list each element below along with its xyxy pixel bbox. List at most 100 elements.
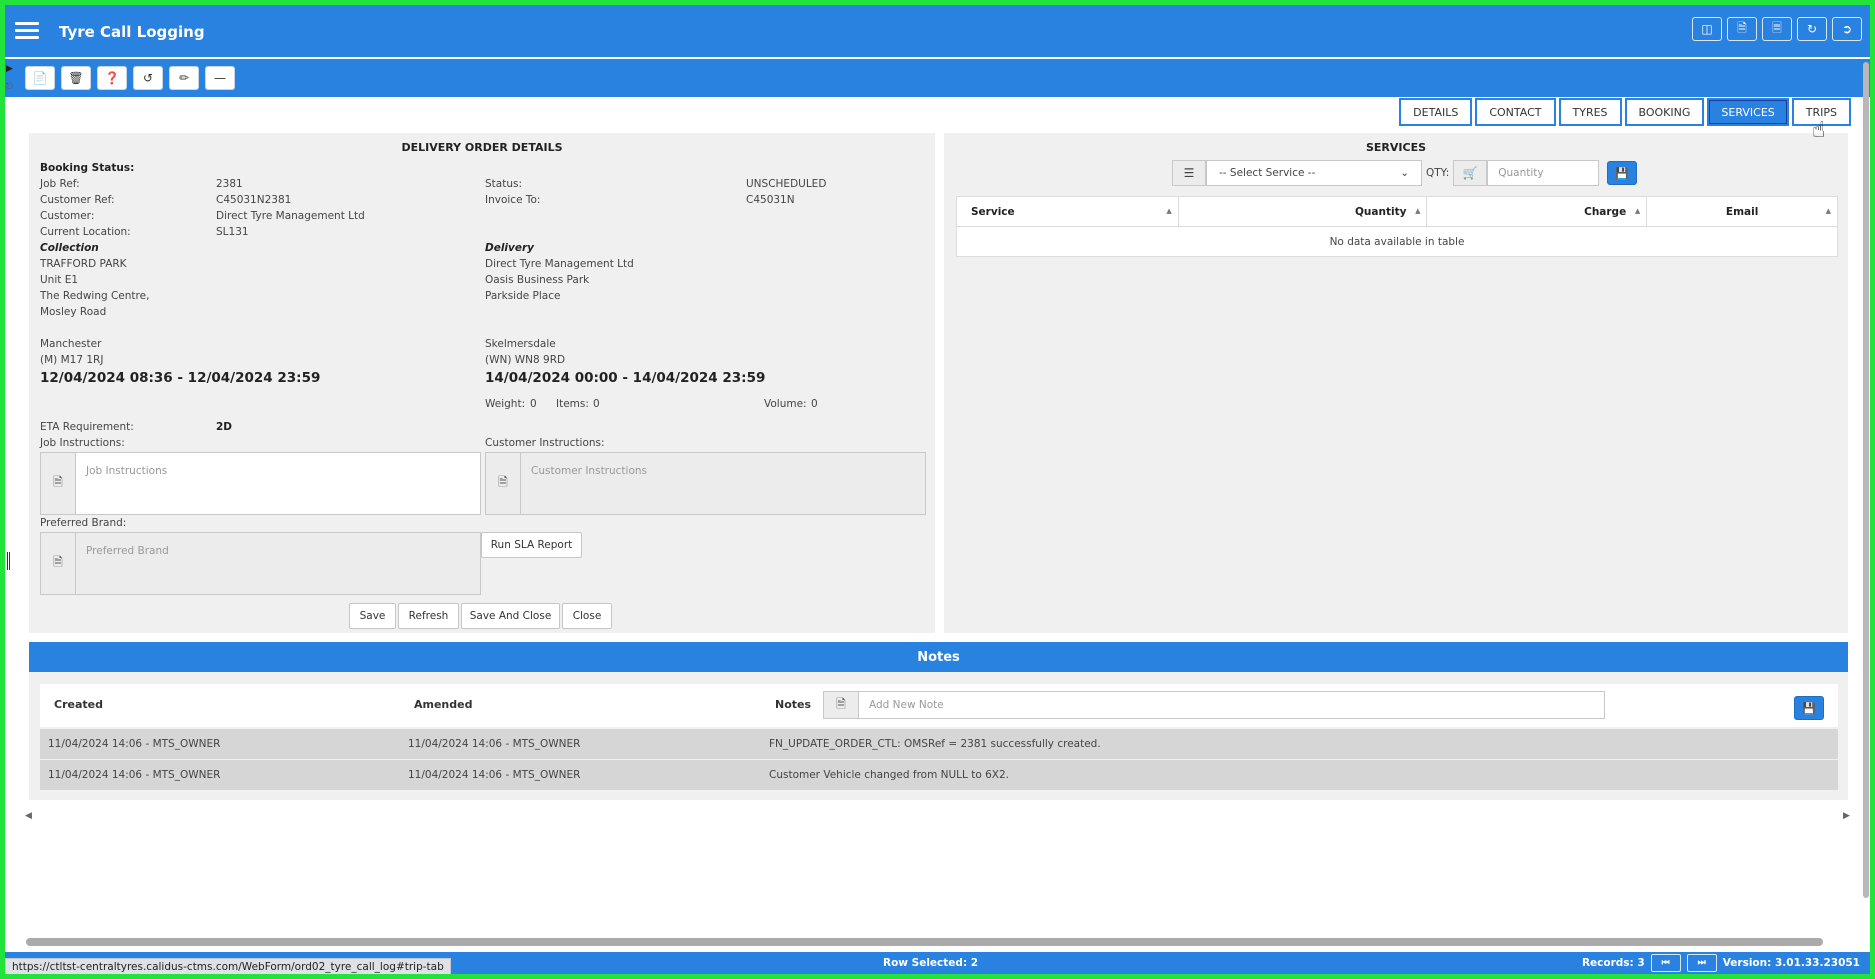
horizontal-scrollbar[interactable]	[26, 938, 1823, 946]
table-row[interactable]: 11/04/2024 14:06 - MTS_OWNER 11/04/2024 …	[40, 760, 1838, 790]
job-instructions-input[interactable]: 🗎 Job Instructions	[40, 452, 481, 515]
col-notes[interactable]: Notes	[775, 698, 811, 711]
services-table: Service ▲ Quantity ▲ Charge ▲ Email ▲ No dat…	[956, 196, 1838, 257]
chevron-down-icon: ⌄	[1400, 167, 1409, 179]
tab-tyres[interactable]: TYRES	[1558, 98, 1622, 126]
job-ref-value: 2381	[216, 178, 243, 190]
delivery-postcode: (WN) WN8 9RD	[485, 354, 566, 366]
col-charge[interactable]: Charge ▲	[1426, 196, 1648, 227]
sort-icon: ▲	[1634, 207, 1641, 215]
minus-icon[interactable]: —	[205, 66, 235, 90]
last-record-icon[interactable]: ⏭	[1686, 954, 1717, 972]
export-pdf-icon[interactable]: 🗏	[1762, 17, 1792, 41]
delivery-town: Skelmersdale	[485, 338, 556, 350]
volume-value: 0	[811, 398, 818, 410]
sort-icon: ▲	[1415, 207, 1421, 215]
collection-line3: The Redwing Centre,	[40, 290, 150, 302]
save-service-button[interactable]: 💾	[1607, 161, 1638, 185]
table-row[interactable]: 11/04/2024 14:06 - MTS_OWNER 11/04/2024 …	[40, 729, 1838, 759]
add-note-input[interactable]: 🗎 Add New Note	[823, 691, 1605, 719]
new-document-icon[interactable]: 📄	[25, 66, 55, 90]
tab-details[interactable]: DETAILS	[1399, 98, 1473, 126]
refresh-icon[interactable]: ↻	[1797, 17, 1827, 41]
save-button[interactable]: Save	[349, 603, 396, 629]
tab-contact[interactable]: CONTACT	[1475, 98, 1556, 126]
customer-value: Direct Tyre Management Ltd	[216, 210, 365, 222]
delivery-order-panel: DELIVERY ORDER DETAILS Booking Status: J…	[29, 133, 935, 633]
cart-icon: 🛒	[1453, 160, 1488, 186]
service-select[interactable]: -- Select Service -- ⌄	[1206, 160, 1422, 186]
notes-header: Created Amended Notes 🗎 Add New Note 💾	[40, 684, 1838, 727]
status-label: Status:	[485, 178, 522, 190]
collection-postcode: (M) M17 1RJ	[40, 354, 104, 366]
invoice-to-value: C45031N	[746, 194, 795, 206]
collection-window: 12/04/2024 08:36 - 12/04/2024 23:59	[40, 370, 321, 386]
tab-bar: DETAILS CONTACT TYRES BOOKING SERVICES T…	[1399, 98, 1851, 126]
col-email[interactable]: Email ▲	[1646, 196, 1838, 227]
preferred-brand-label: Preferred Brand:	[40, 517, 127, 529]
delivery-window: 14/04/2024 00:00 - 14/04/2024 23:59	[485, 370, 766, 386]
current-location-label: Current Location:	[40, 226, 131, 238]
eraser-icon[interactable]: ✏	[169, 66, 199, 90]
toolbar: 📄 🗑 ❓ ↺ ✏ —	[5, 59, 1870, 97]
collection-town: Manchester	[40, 338, 102, 350]
qty-label: QTY:	[1426, 167, 1450, 179]
menu-icon[interactable]	[15, 22, 39, 40]
collection-heading: Collection	[40, 242, 99, 254]
note-icon: 🗎	[41, 453, 76, 514]
resize-handle[interactable]	[7, 552, 10, 570]
note-icon: 🗎	[824, 692, 859, 718]
items-label: Items:	[556, 398, 589, 410]
help-icon[interactable]: ❓	[97, 66, 127, 90]
panel-title: DELIVERY ORDER DETAILS	[401, 141, 563, 154]
col-amended[interactable]: Amended	[414, 698, 472, 711]
col-created[interactable]: Created	[54, 698, 103, 711]
scroll-right-icon[interactable]: ▶	[1843, 811, 1850, 821]
customer-instructions-label: Customer Instructions:	[485, 437, 605, 449]
scroll-left-icon[interactable]: ◀	[25, 811, 32, 821]
eta-value: 2D	[216, 421, 233, 433]
notes-title: Notes	[29, 642, 1848, 672]
delivery-line3: Parkside Place	[485, 290, 561, 302]
first-record-icon[interactable]: ⏮	[1650, 954, 1681, 972]
delete-icon[interactable]: 🗑	[61, 66, 91, 90]
col-quantity[interactable]: Quantity ▲	[1177, 196, 1428, 227]
col-service[interactable]: Service ▲	[956, 196, 1179, 227]
save-note-button[interactable]: 💾	[1794, 696, 1824, 720]
booking-status-label: Booking Status:	[40, 162, 135, 174]
job-instructions-label: Job Instructions:	[40, 437, 125, 449]
note-icon: 🗎	[41, 533, 76, 594]
refresh-button[interactable]: Refresh	[398, 603, 459, 629]
logout-icon[interactable]: ➲	[1832, 17, 1862, 41]
vertical-scrollbar[interactable]	[1863, 62, 1869, 898]
expand-arrow-icon[interactable]: ▶	[6, 64, 13, 74]
quantity-input[interactable]: Quantity	[1487, 160, 1600, 186]
version-label: Version: 3.01.33.23051	[1722, 957, 1860, 969]
weight-value: 0	[530, 398, 537, 410]
sort-icon: ▲	[1166, 207, 1172, 215]
preferred-brand-input[interactable]: 🗎 Preferred Brand	[40, 532, 481, 595]
customer-label: Customer:	[40, 210, 95, 222]
job-ref-label: Job Ref:	[40, 178, 80, 190]
undo-icon[interactable]: ↺	[133, 66, 163, 90]
pin-icon[interactable]: ⎋	[6, 82, 13, 92]
empty-table-message: No data available in table	[956, 226, 1838, 257]
save-icon: 💾	[1802, 701, 1816, 715]
status-value: UNSCHEDULED	[746, 178, 827, 190]
export-excel-icon[interactable]: 🗎	[1727, 17, 1757, 41]
tab-booking[interactable]: BOOKING	[1624, 98, 1705, 126]
columns-icon[interactable]: ◫	[1692, 17, 1722, 41]
customer-instructions-input[interactable]: 🗎 Customer Instructions	[485, 452, 926, 515]
tab-services[interactable]: SERVICES	[1707, 98, 1789, 126]
eta-label: ETA Requirement:	[40, 421, 134, 433]
customer-ref-value: C45031N2381	[216, 194, 292, 206]
list-icon: ☰	[1172, 160, 1206, 186]
close-button[interactable]: Close	[562, 603, 612, 629]
hand-cursor-icon: ☝	[1812, 118, 1826, 143]
app-header: Tyre Call Logging ◫ 🗎 🗏 ↻ ➲	[5, 5, 1870, 57]
notes-panel: Created Amended Notes 🗎 Add New Note 💾 1…	[29, 672, 1848, 800]
run-sla-report-button[interactable]: Run SLA Report	[481, 532, 582, 558]
save-and-close-button[interactable]: Save And Close	[461, 603, 560, 629]
link-url-tooltip: https://ctltst-centraltyres.calidus-ctms…	[5, 958, 451, 976]
current-location-value: SL131	[216, 226, 249, 238]
